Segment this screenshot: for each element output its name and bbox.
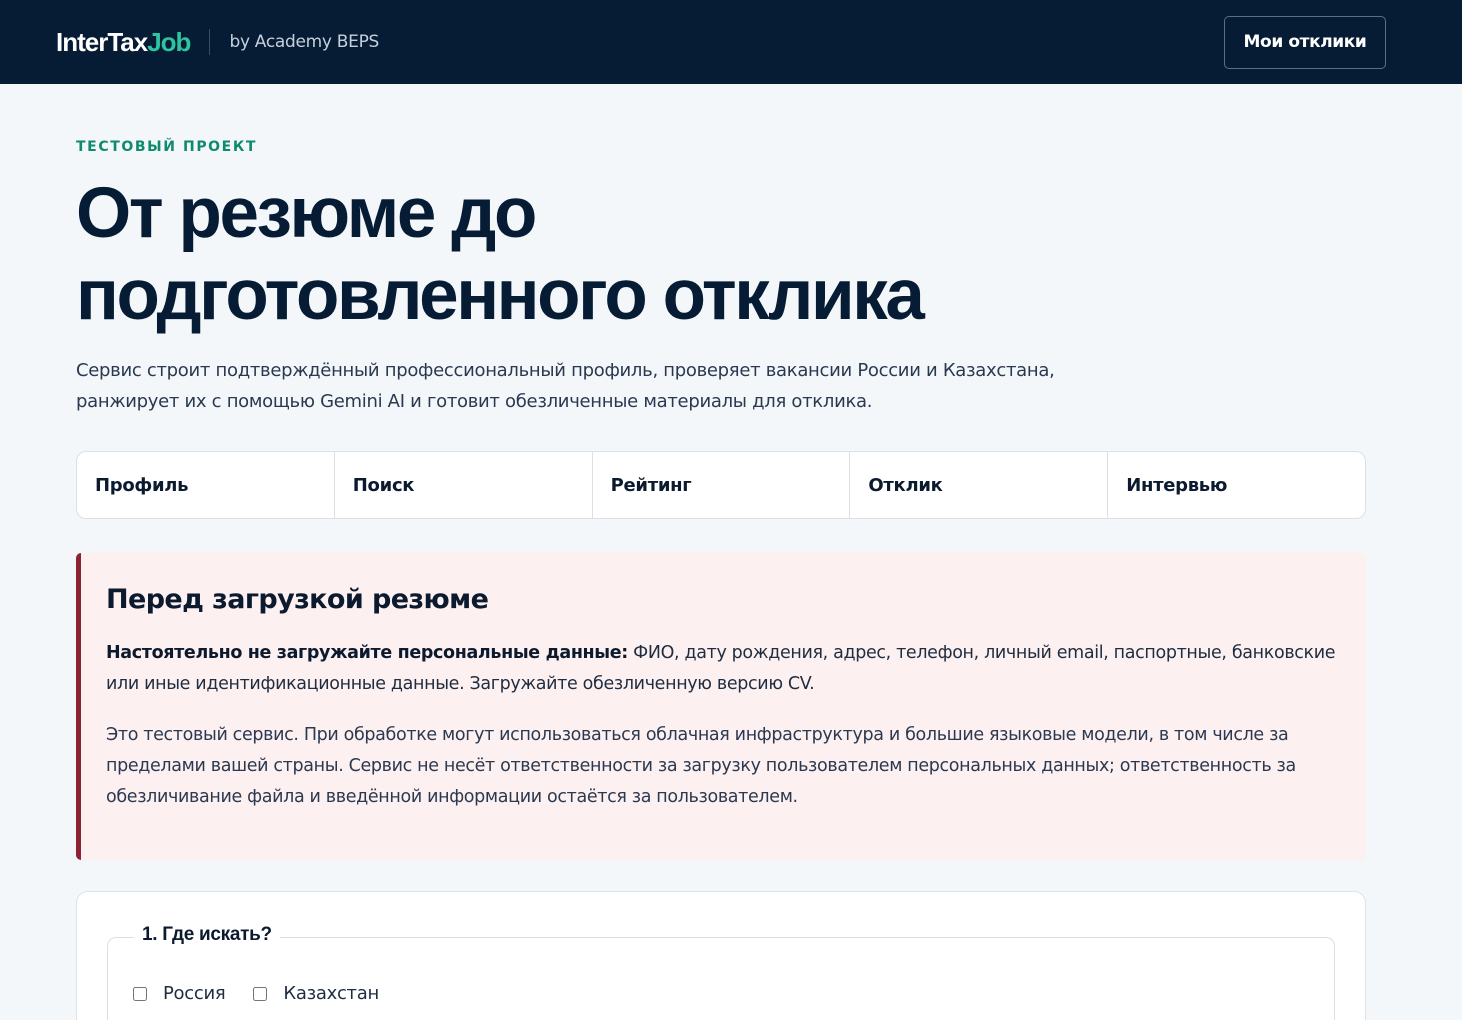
logo-accent: Job (147, 26, 191, 57)
country-option-russia[interactable]: Россия (133, 983, 226, 1004)
hero-eyebrow: ТЕСТОВЫЙ ПРОЕКТ (76, 139, 258, 155)
my-responses-button[interactable]: Мои отклики (1224, 15, 1386, 69)
step-search[interactable]: Поиск (335, 452, 593, 518)
search-form-card: 1. Где искать? Россия Казахстан (76, 891, 1366, 1020)
process-steps: Профиль Поиск Рейтинг Отклик Интервью (76, 451, 1366, 519)
hero-lead: Сервис строит подтверждённый профессиона… (76, 360, 1055, 412)
logo[interactable]: InterTaxJob (56, 26, 191, 58)
page-title-line-1: От резюме до (76, 174, 537, 253)
kazakhstan-label: Казахстан (283, 983, 379, 1004)
page-title: От резюме до подготовленного отклика (76, 173, 1366, 337)
kazakhstan-checkbox[interactable] (253, 986, 268, 1001)
country-option-kazakhstan[interactable]: Казахстан (253, 983, 379, 1004)
warning-paragraph-1: Настоятельно не загружайте персональные … (106, 638, 1341, 700)
warning-paragraph-2: Это тестовый сервис. При обработке могут… (106, 725, 1296, 807)
brand-tagline: by Academy BEPS (229, 32, 380, 52)
top-navbar: InterTaxJob by Academy BEPS Мои отклики (0, 0, 1462, 84)
russia-label: Россия (163, 983, 226, 1004)
warning-strong: Настоятельно не загружайте персональные … (106, 643, 628, 663)
step-profile[interactable]: Профиль (77, 452, 335, 518)
brand-divider (209, 29, 211, 55)
country-checkboxes: Россия Казахстан (133, 983, 1309, 1004)
step-response[interactable]: Отклик (850, 452, 1109, 518)
where-to-search-fieldset: 1. Где искать? Россия Казахстан (107, 924, 1335, 1020)
russia-checkbox[interactable] (133, 986, 147, 1001)
fieldset-legend: 1. Где искать? (134, 924, 280, 946)
warning-title: Перед загрузкой резюме (106, 584, 489, 615)
brand: InterTaxJob by Academy BEPS (56, 27, 379, 58)
logo-main: InterTax (56, 26, 148, 57)
page-title-line-2: подготовленного отклика (76, 256, 925, 335)
main-content: ТЕСТОВЫЙ ПРОЕКТ От резюме до подготовлен… (0, 139, 1462, 1020)
privacy-warning: Перед загрузкой резюме Настоятельно не з… (76, 553, 1366, 860)
step-rating[interactable]: Рейтинг (593, 452, 851, 518)
step-interview[interactable]: Интервью (1108, 452, 1365, 518)
